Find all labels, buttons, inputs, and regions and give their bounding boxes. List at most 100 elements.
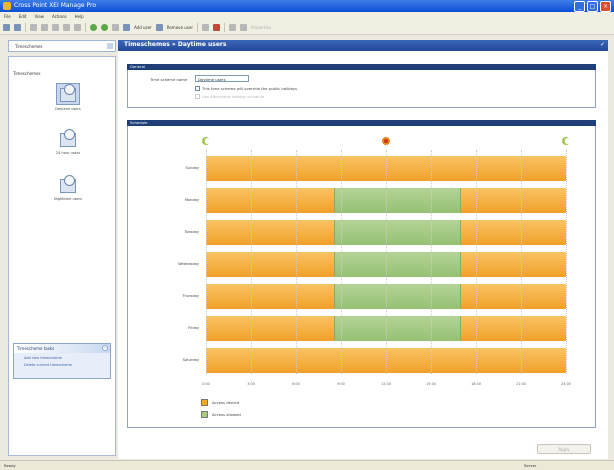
timescheme-icon [56,83,80,105]
override-label: This time scheme will override the publi… [202,86,298,91]
toolbar: Add user Remove user Properties [0,21,614,35]
left-panel: Timeschemes Daytime users 24 hour users … [8,56,116,456]
legend-denied-label: Access denied [212,400,240,405]
copy-icon[interactable] [30,24,37,31]
sort-icon[interactable] [201,24,209,31]
time-tick-label: 18:00 [471,382,481,386]
properties-button[interactable]: Properties [251,25,271,30]
day-label: Wednesday [178,262,199,266]
gridline [296,150,297,374]
name-label: Time scheme name [150,77,188,82]
delete-timescheme-link[interactable]: Delete current timescheme [24,363,110,367]
timescheme-label: 24 hour users [55,151,81,155]
alternative-checkbox[interactable] [195,94,200,99]
refresh-icon[interactable] [74,24,81,31]
edit-icon[interactable] [112,24,119,31]
help-icon[interactable] [228,24,236,31]
gridline [251,150,252,374]
override-checkbox[interactable] [195,86,200,91]
moon-icon [562,137,571,145]
timescheme-daytime-users[interactable]: Daytime users [43,83,93,111]
status-bar: Ready Server [0,460,614,470]
check-icon: ✓ [599,41,605,48]
timescheme-label: Nighttime users [54,197,82,201]
add-user-icon[interactable] [123,24,130,31]
time-tick-label: 15:00 [426,382,436,386]
properties-icon[interactable] [239,24,247,31]
close-button[interactable]: × [600,1,611,12]
view-selector[interactable]: Timeschemes [8,40,116,52]
menu-view[interactable]: View [34,12,44,21]
schedule-section: Sunday Monday Tuesday Wednesday Thursday Frid… [127,126,596,428]
timescheme-icon [57,175,79,195]
forward-icon[interactable] [14,24,21,31]
delete-icon[interactable] [212,24,220,31]
chevron-down-icon[interactable] [107,43,113,49]
maximize-button[interactable]: □ [587,1,598,12]
main-header: Timeschemes » Daytime users ✓ [118,40,608,51]
title-bar: Cross Point XEI Manage Pro _ □ × [0,0,614,12]
server-status: Server [524,463,537,468]
menu-actions[interactable]: Actions [52,12,67,21]
gridline [341,150,342,374]
day-label: Tuesday [184,230,199,234]
add-timescheme-link[interactable]: Add new timescheme [24,356,110,360]
sun-icon [382,137,390,145]
tasks-panel: Timescheme tasks ^ Add new timescheme De… [13,343,111,379]
menu-bar: File Edit View Actions Help [0,12,614,21]
day-label: Monday [184,198,199,202]
allowed-interval[interactable] [333,188,461,213]
day-label: Friday [188,326,199,330]
time-tick-label: 0:00 [202,382,210,386]
sunrise-icon [202,137,211,145]
allowed-interval[interactable] [333,220,461,245]
legend-allowed-swatch [201,411,208,418]
view-selector-value: Timeschemes [15,44,43,49]
allowed-interval[interactable] [333,252,461,277]
page-title: Timeschemes » Daytime users [124,41,227,48]
gridline [476,150,477,374]
menu-help[interactable]: Help [75,12,84,21]
day-label: Saturday [182,358,199,362]
time-tick-label: 24:00 [561,382,571,386]
gridline [521,150,522,374]
timescheme-nighttime-users[interactable]: Nighttime users [43,175,93,201]
allowed-interval[interactable] [333,284,461,309]
gridline [386,150,387,374]
window-title: Cross Point XEI Manage Pro [14,2,96,9]
day-label: Thursday [182,294,199,298]
remove-user-button[interactable]: Remove user [167,25,193,30]
allowed-interval[interactable] [333,316,461,341]
print-icon[interactable] [63,24,70,31]
name-field[interactable]: Daytime users [195,75,249,82]
time-tick-label: 6:00 [292,382,300,386]
remove-user-icon[interactable] [155,24,163,31]
menu-edit[interactable]: Edit [19,12,27,21]
timescheme-label: Daytime users [55,107,81,111]
back-icon[interactable] [3,24,10,31]
time-tick-label: 9:00 [337,382,345,386]
menu-file[interactable]: File [4,12,11,21]
paste-icon[interactable] [52,24,59,31]
gridline [206,150,207,374]
minimize-button[interactable]: _ [574,1,585,12]
collapse-icon[interactable]: ^ [102,345,108,351]
time-tick-label: 12:00 [381,382,391,386]
tasks-title: Timescheme tasks [17,346,55,351]
start-icon[interactable] [90,24,97,31]
add-user-button[interactable]: Add user [134,25,152,30]
app-icon [3,2,11,10]
time-tick-label: 21:00 [516,382,526,386]
general-section: Time scheme name Daytime users This time… [127,70,596,108]
gridline [431,150,432,374]
stop-icon[interactable] [101,24,108,31]
alternative-label: Use alternative holiday schedule [202,94,265,99]
timescheme-24-hour-users[interactable]: 24 hour users [43,129,93,155]
day-label: Sunday [185,166,199,170]
tree-header[interactable]: Timeschemes [13,71,41,76]
apply-button[interactable]: Apply [537,444,591,454]
timescheme-icon [57,129,79,149]
cut-icon[interactable] [41,24,48,31]
legend-allowed-label: Access allowed [212,412,241,417]
status-text: Ready [4,463,16,468]
